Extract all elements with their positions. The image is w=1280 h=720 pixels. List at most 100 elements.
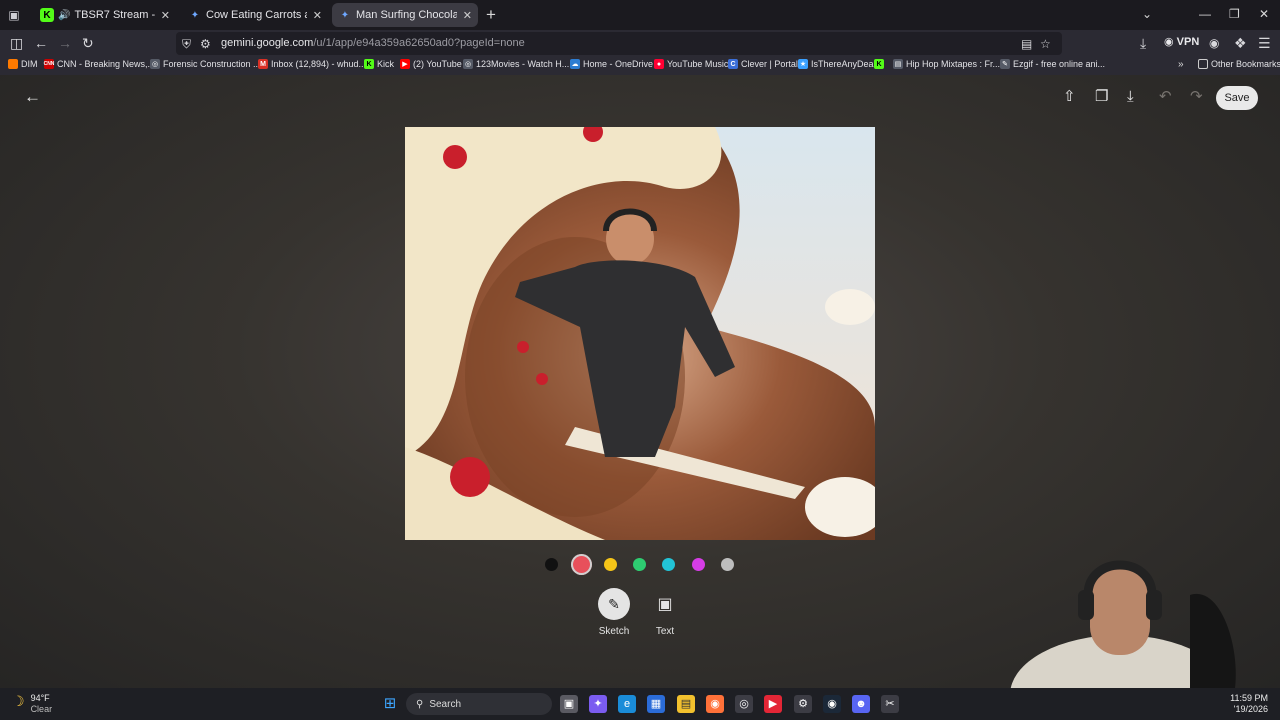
tab-man-surfing[interactable]: ✦ Man Surfing Chocolate Puddin ✕ bbox=[332, 3, 478, 27]
tab-title: Cow Eating Carrots and Eggpla bbox=[206, 9, 307, 21]
minimize-icon[interactable]: — bbox=[1199, 7, 1211, 21]
bookmark-item[interactable]: ✎ Ezgif - free online ani... bbox=[1000, 59, 1105, 69]
bookmark-item[interactable]: ▶ (2) YouTube bbox=[400, 59, 462, 69]
weather-widget[interactable]: ☽ 94°F Clear bbox=[12, 693, 52, 715]
bookmarks-bar: DIM CNN CNN - Breaking News,... ◎ Forensic… bbox=[0, 57, 1280, 75]
reader-view-icon[interactable]: ▤ bbox=[1021, 35, 1032, 53]
downloads-icon[interactable]: ⤓ bbox=[1140, 34, 1146, 52]
copy-icon[interactable]: ❐ bbox=[1095, 89, 1108, 105]
bookmark-star-icon[interactable]: ☆ bbox=[1040, 35, 1051, 53]
bookmark-item[interactable]: ★ IsThereAnyDeal bbox=[798, 59, 876, 69]
url-text[interactable]: gemini.google.com/u/1/app/e94a359a62650a… bbox=[221, 37, 525, 49]
file-explorer-icon[interactable]: ▤ bbox=[677, 695, 695, 713]
folder-icon bbox=[1198, 59, 1208, 69]
color-swatch-gray[interactable] bbox=[721, 558, 734, 571]
save-button[interactable]: Save bbox=[1216, 86, 1258, 110]
sketch-pen-icon: ✎ bbox=[598, 588, 630, 620]
tab-title: TBSR7 Stream - Watch Live bbox=[74, 9, 155, 21]
sketch-tool-button[interactable]: ✎ Sketch bbox=[589, 588, 639, 637]
close-tab-icon[interactable]: ✕ bbox=[313, 9, 322, 22]
forward-icon[interactable]: → bbox=[58, 34, 72, 52]
reload-icon[interactable]: ↻ bbox=[82, 34, 94, 52]
sidebar-toggle-icon[interactable]: ◫ bbox=[10, 34, 23, 52]
close-window-icon[interactable]: ✕ bbox=[1259, 7, 1269, 21]
tab-cow-eating[interactable]: ✦ Cow Eating Carrots and Eggpla ✕ bbox=[182, 3, 328, 27]
discord-icon[interactable]: ☻ bbox=[852, 695, 870, 713]
ezgif-icon: ✎ bbox=[1000, 59, 1010, 69]
other-bookmarks[interactable]: Other Bookmarks bbox=[1198, 59, 1280, 69]
new-tab-icon[interactable]: + bbox=[486, 5, 496, 25]
bookmark-item[interactable]: K Kick bbox=[364, 59, 394, 69]
moon-icon: ☽ bbox=[12, 693, 25, 709]
color-swatch-red[interactable] bbox=[571, 554, 592, 575]
firefox-icon[interactable]: ◉ bbox=[706, 695, 724, 713]
folder-icon: ▤ bbox=[893, 59, 903, 69]
bookmark-label: Kick bbox=[377, 59, 395, 69]
copilot-icon[interactable]: ✦ bbox=[589, 695, 607, 713]
tab-list-chevron-icon[interactable]: ⌄ bbox=[1142, 7, 1152, 21]
color-swatch-cyan[interactable] bbox=[662, 558, 675, 571]
close-tab-icon[interactable]: ✕ bbox=[161, 9, 170, 22]
back-arrow-icon[interactable]: ← bbox=[24, 88, 41, 105]
chrome-icon[interactable]: ◎ bbox=[735, 695, 753, 713]
menu-icon[interactable]: ☰ bbox=[1258, 34, 1271, 52]
weather-condition: Clear bbox=[30, 704, 53, 714]
store-icon[interactable]: ▦ bbox=[647, 695, 665, 713]
image-illustration bbox=[405, 127, 875, 540]
youtube-icon: ▶ bbox=[400, 59, 410, 69]
shield-icon[interactable]: ⛨ bbox=[182, 35, 191, 53]
steam-icon[interactable]: ◉ bbox=[823, 695, 841, 713]
vpn-label: VPN bbox=[1176, 36, 1200, 48]
extensions-icon[interactable]: ❖ bbox=[1234, 34, 1247, 52]
isthereanydeal-icon: ★ bbox=[798, 59, 808, 69]
media-player-icon[interactable]: ▶ bbox=[764, 695, 782, 713]
color-swatch-yellow[interactable] bbox=[604, 558, 617, 571]
snipping-tool-icon[interactable]: ✂ bbox=[881, 695, 899, 713]
share-icon[interactable]: ⇧ bbox=[1063, 89, 1076, 105]
edge-icon[interactable]: e bbox=[618, 695, 636, 713]
restore-icon[interactable]: ❐ bbox=[1229, 7, 1240, 21]
close-tab-icon[interactable]: ✕ bbox=[463, 9, 472, 22]
audio-playing-icon[interactable]: 🔊 bbox=[58, 10, 70, 21]
bookmark-label: Home - OneDrive bbox=[583, 59, 654, 69]
generated-image[interactable] bbox=[405, 127, 875, 540]
webcam-overlay bbox=[990, 555, 1280, 688]
bookmark-item[interactable]: CNN CNN - Breaking News,... bbox=[44, 59, 155, 69]
other-bookmarks-label: Other Bookmarks bbox=[1211, 59, 1280, 69]
task-view-icon[interactable]: ▣ bbox=[560, 695, 578, 713]
bookmark-item[interactable]: ● YouTube Music bbox=[654, 59, 728, 69]
color-swatch-black[interactable] bbox=[545, 558, 558, 571]
settings-gear-icon[interactable]: ⚙ bbox=[794, 695, 812, 713]
bookmarks-overflow-icon[interactable]: » bbox=[1178, 59, 1184, 70]
gmail-icon: M bbox=[258, 59, 268, 69]
windows-start-icon[interactable]: ⊞ bbox=[381, 695, 399, 713]
bookmark-item[interactable]: DIM bbox=[8, 59, 38, 69]
redo-icon[interactable]: ↷ bbox=[1190, 89, 1203, 105]
system-clock[interactable]: 11:59 PM '19/2026 bbox=[1228, 693, 1268, 715]
color-swatch-green[interactable] bbox=[633, 558, 646, 571]
cnn-icon: CNN bbox=[43, 59, 55, 69]
bookmark-item[interactable]: ◎ Forensic Construction ... bbox=[150, 59, 261, 69]
search-icon: ⚲ bbox=[416, 698, 424, 710]
download-icon[interactable]: ⤓ bbox=[1127, 89, 1134, 105]
url-bar[interactable]: ⛨ ⚙ gemini.google.com/u/1/app/e94a359a62… bbox=[176, 32, 1062, 55]
taskbar-search[interactable]: ⚲ Search bbox=[406, 693, 552, 715]
text-tool-button[interactable]: ▣ Text bbox=[640, 588, 690, 637]
bookmark-item[interactable]: M Inbox (12,894) - whud... bbox=[258, 59, 366, 69]
bookmark-item[interactable]: ◎ 123Movies - Watch H... bbox=[463, 59, 569, 69]
vpn-button[interactable]: ◉ VPN bbox=[1164, 35, 1199, 48]
kick-icon: K bbox=[364, 59, 374, 69]
undo-icon[interactable]: ↶ bbox=[1159, 89, 1172, 105]
bookmark-item[interactable]: C Clever | Portal bbox=[728, 59, 798, 69]
bookmark-item[interactable]: K bbox=[874, 59, 887, 69]
color-swatch-magenta[interactable] bbox=[692, 558, 705, 571]
bookmark-label: 123Movies - Watch H... bbox=[476, 59, 570, 69]
bookmark-item[interactable]: ☁ Home - OneDrive bbox=[570, 59, 653, 69]
tab-overview-icon[interactable]: ▣ bbox=[4, 5, 24, 25]
bookmark-item[interactable]: ▤ Hip Hop Mixtapes : Fr... bbox=[893, 59, 1000, 69]
back-icon[interactable]: ← bbox=[34, 34, 48, 52]
tab-kick-stream[interactable]: K 🔊 TBSR7 Stream - Watch Live ✕ bbox=[34, 3, 176, 27]
site-permissions-icon[interactable]: ⚙ bbox=[200, 35, 211, 53]
account-icon[interactable]: ◉ bbox=[1209, 34, 1219, 52]
text-tool-label: Text bbox=[655, 626, 675, 637]
